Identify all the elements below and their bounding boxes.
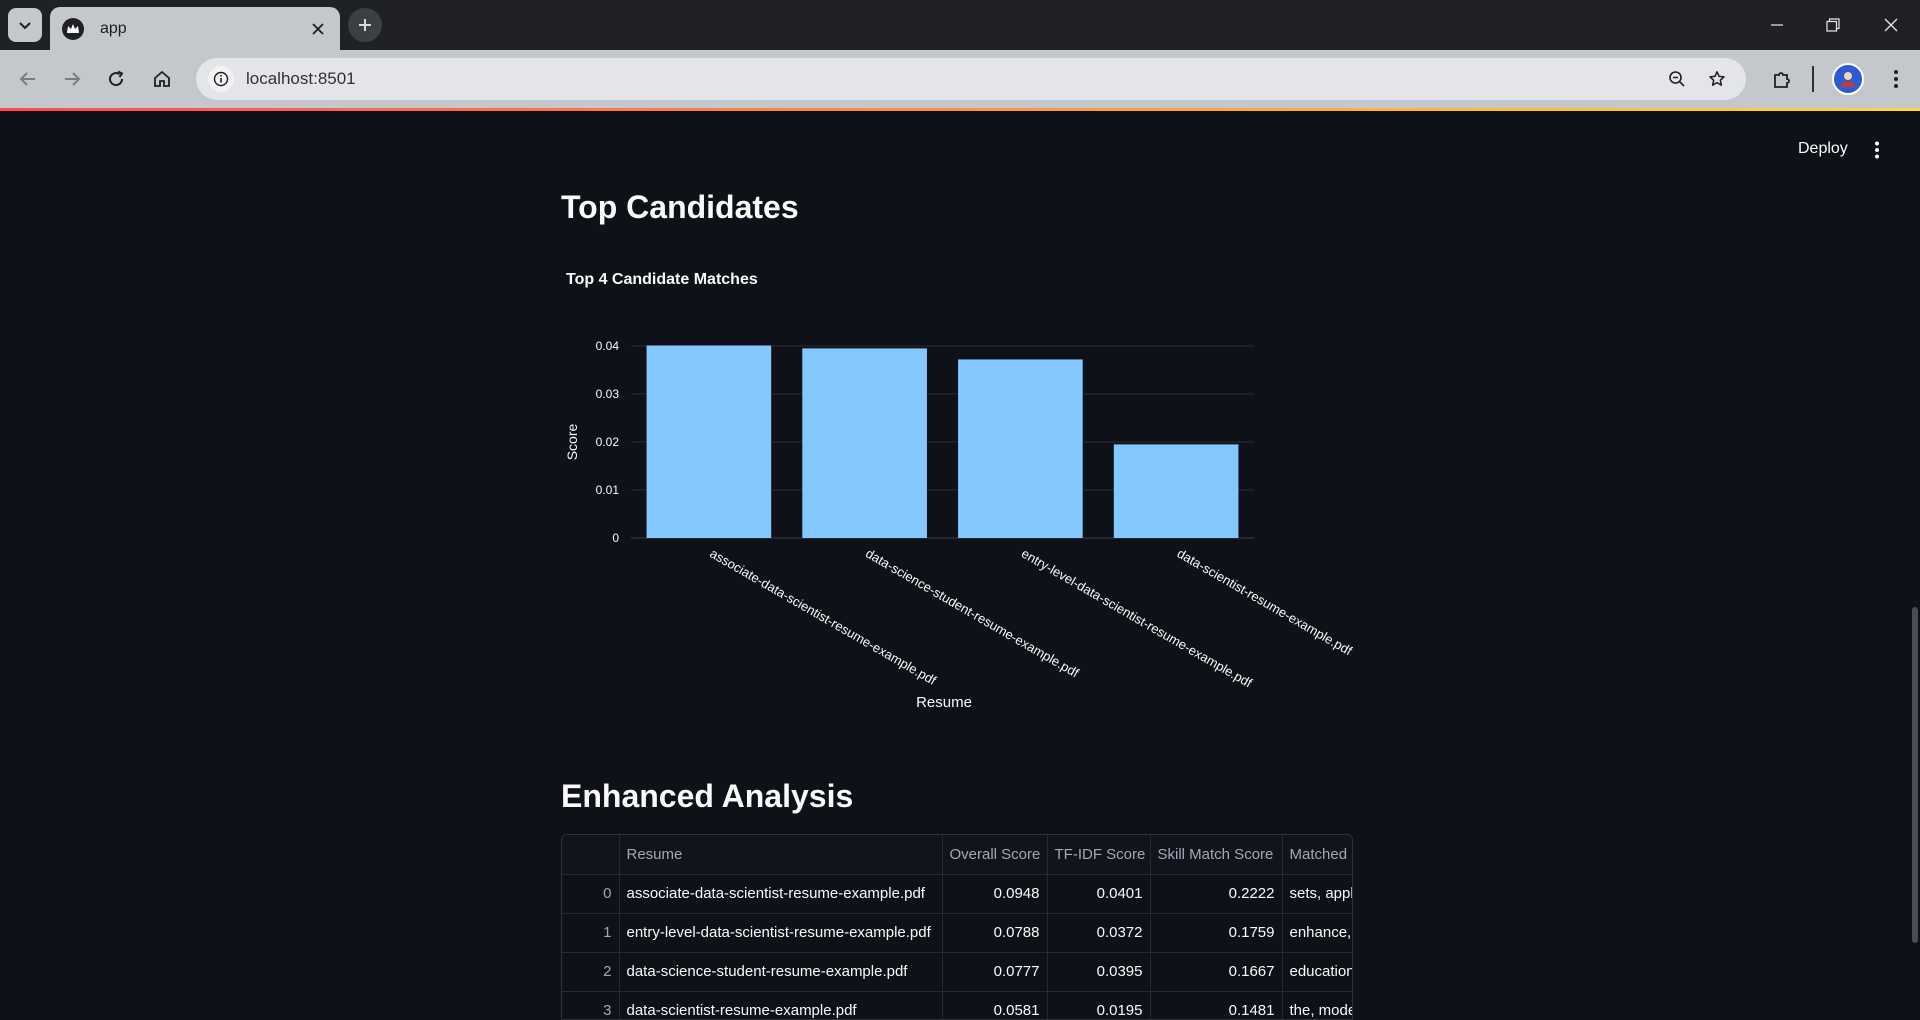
chevron-down-icon: [19, 22, 31, 30]
profile-avatar[interactable]: [1832, 63, 1864, 95]
table-cell[interactable]: 0.2222: [1150, 874, 1283, 914]
table-cell[interactable]: 0.0372: [1047, 913, 1151, 953]
deploy-button[interactable]: Deploy: [1784, 133, 1862, 165]
y-tick-label: 0.02: [596, 435, 620, 449]
table-cell[interactable]: enhance,: [1282, 913, 1352, 953]
table-cell[interactable]: 0.0195: [1047, 991, 1151, 1019]
table-cell[interactable]: 0.0788: [942, 913, 1048, 953]
restore-icon: [1826, 18, 1840, 32]
table-cell[interactable]: data-scientist-resume-example.pdf: [619, 991, 943, 1019]
table-cell[interactable]: 0.0395: [1047, 952, 1151, 992]
main-menu-button[interactable]: [1862, 135, 1892, 165]
bar[interactable]: [802, 348, 927, 538]
table-cell[interactable]: 0.1481: [1150, 991, 1283, 1019]
toolbar-separator: [1812, 66, 1814, 92]
y-axis-label: Score: [564, 424, 580, 461]
column-header[interactable]: TF-IDF Score: [1047, 835, 1151, 875]
table-cell[interactable]: the, mode: [1282, 991, 1352, 1019]
table-cell[interactable]: associate-data-scientist-resume-example.…: [619, 874, 943, 914]
main-block: Top Candidates Top 4 Candidate Matches 0…: [561, 111, 1355, 1020]
bar[interactable]: [1113, 444, 1239, 538]
close-icon[interactable]: [308, 19, 328, 39]
address-bar[interactable]: localhost:8501: [196, 58, 1746, 100]
bar[interactable]: [958, 359, 1083, 538]
restore-button[interactable]: [1818, 10, 1848, 40]
home-icon: [154, 70, 170, 87]
page-scrollbar-thumb[interactable]: [1912, 607, 1918, 943]
reload-icon: [109, 70, 124, 87]
plus-icon: [359, 19, 371, 31]
tab-search-button[interactable]: [8, 8, 42, 42]
analysis-dataframe[interactable]: Resume Overall Score TF-IDF Score Skill Mat…: [561, 834, 1353, 1020]
streamlit-crown-icon: [62, 17, 84, 40]
home-button[interactable]: [146, 63, 178, 95]
minimize-icon: [1771, 24, 1783, 26]
table-cell[interactable]: 0.1759: [1150, 913, 1283, 953]
bar-chart-svg: Top 4 Candidate Matches 0 0.01 0.02 0.03 0.0…: [564, 271, 1355, 711]
chart-title: Top 4 Candidate Matches: [566, 271, 758, 288]
kebab-menu-icon: [1875, 141, 1879, 159]
browser-toolbar: localhost:8501: [0, 50, 1920, 108]
table-cell[interactable]: 2: [562, 952, 620, 992]
y-tick-label: 0.04: [596, 339, 620, 353]
app-container: Deploy Top Candidates Top 4 Candidate Ma…: [0, 111, 1920, 1020]
table-cell[interactable]: 0.1667: [1150, 952, 1283, 992]
table-cell[interactable]: education: [1282, 952, 1352, 992]
close-icon: [1884, 18, 1898, 32]
table-cell[interactable]: entry-level-data-scientist-resume-exampl…: [619, 913, 943, 953]
table-row[interactable]: 3 data-scientist-resume-example.pdf 0.0581…: [562, 991, 1352, 1019]
column-header[interactable]: Resume: [619, 835, 943, 875]
table-cell[interactable]: 0.0777: [942, 952, 1048, 992]
url-text: localhost:8501: [246, 69, 356, 88]
tab-title: app: [100, 19, 127, 37]
kebab-menu-icon: [1894, 70, 1898, 88]
reload-button[interactable]: [100, 63, 132, 95]
browser-tabstrip: app: [0, 0, 1920, 50]
analysis-table: Resume Overall Score TF-IDF Score Skill Mat…: [562, 835, 1352, 1019]
browser-tab-active[interactable]: app: [50, 7, 340, 50]
table-row[interactable]: 0 associate-data-scientist-resume-example…: [562, 874, 1352, 914]
bar-chart: Top 4 Candidate Matches 0 0.01 0.02 0.03 0.0…: [561, 270, 1355, 720]
arrow-right-icon: [65, 72, 81, 86]
table-cell[interactable]: 0: [562, 874, 620, 914]
site-info-icon[interactable]: [208, 66, 234, 92]
column-header[interactable]: Matched Keywords: [1282, 835, 1352, 875]
x-tick-label: data-scientist-resume-example.pdf: [1175, 546, 1353, 659]
bookmark-star-icon[interactable]: [1700, 62, 1734, 96]
extensions-button[interactable]: [1766, 63, 1798, 95]
back-button[interactable]: [12, 63, 44, 95]
close-window-button[interactable]: [1876, 10, 1906, 40]
y-tick-label: 0: [612, 531, 619, 545]
forward-button[interactable]: [56, 63, 88, 95]
table-cell[interactable]: 0.0581: [942, 991, 1048, 1019]
column-header[interactable]: Overall Score: [942, 835, 1048, 875]
zoom-icon[interactable]: [1660, 62, 1694, 96]
column-header[interactable]: [562, 835, 620, 875]
table-header-row: Resume Overall Score TF-IDF Score Skill Mat…: [562, 835, 1352, 875]
puzzle-icon: [1774, 72, 1790, 88]
new-tab-button[interactable]: [348, 8, 382, 42]
minimize-button[interactable]: [1762, 10, 1792, 40]
table-row[interactable]: 1 entry-level-data-scientist-resume-examp…: [562, 913, 1352, 953]
table-cell[interactable]: sets, appl: [1282, 874, 1352, 914]
browser-menu-button[interactable]: [1880, 63, 1912, 95]
avatar-icon: [1841, 72, 1855, 87]
enhanced-analysis-heading: Enhanced Analysis: [561, 778, 854, 814]
table-cell[interactable]: 0.0948: [942, 874, 1048, 914]
table-row[interactable]: 2 data-science-student-resume-example.pdf…: [562, 952, 1352, 992]
column-header[interactable]: Skill Match Score: [1150, 835, 1283, 875]
y-tick-label: 0.01: [596, 483, 620, 497]
table-cell[interactable]: data-science-student-resume-example.pdf: [619, 952, 943, 992]
top-candidates-heading: Top Candidates: [561, 189, 799, 225]
y-tick-label: 0.03: [596, 387, 620, 401]
table-cell[interactable]: 1: [562, 913, 620, 953]
table-cell[interactable]: 3: [562, 991, 620, 1019]
table-cell[interactable]: 0.0401: [1047, 874, 1151, 914]
x-axis-label: Resume: [916, 694, 972, 711]
bar[interactable]: [646, 345, 772, 538]
arrow-left-icon: [19, 72, 35, 86]
